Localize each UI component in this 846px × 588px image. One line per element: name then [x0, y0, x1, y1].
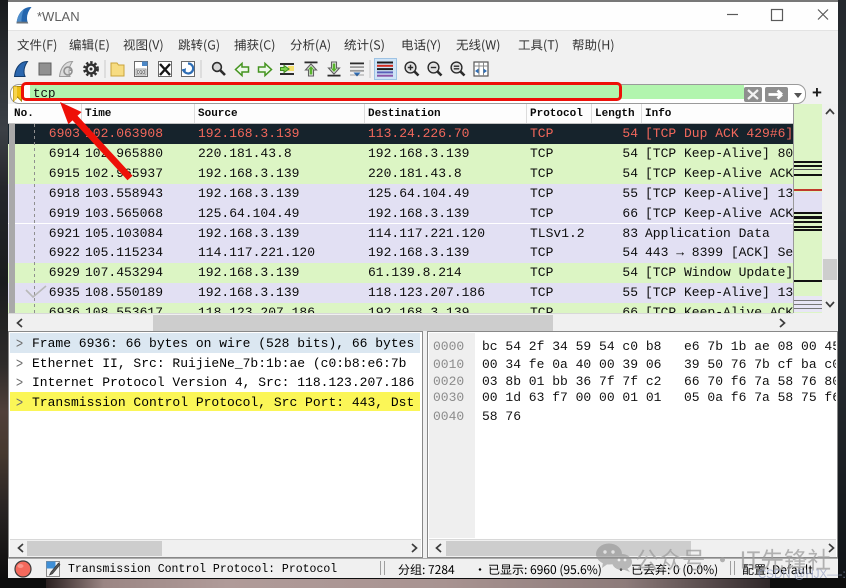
svg-text:010: 010 [137, 70, 146, 76]
